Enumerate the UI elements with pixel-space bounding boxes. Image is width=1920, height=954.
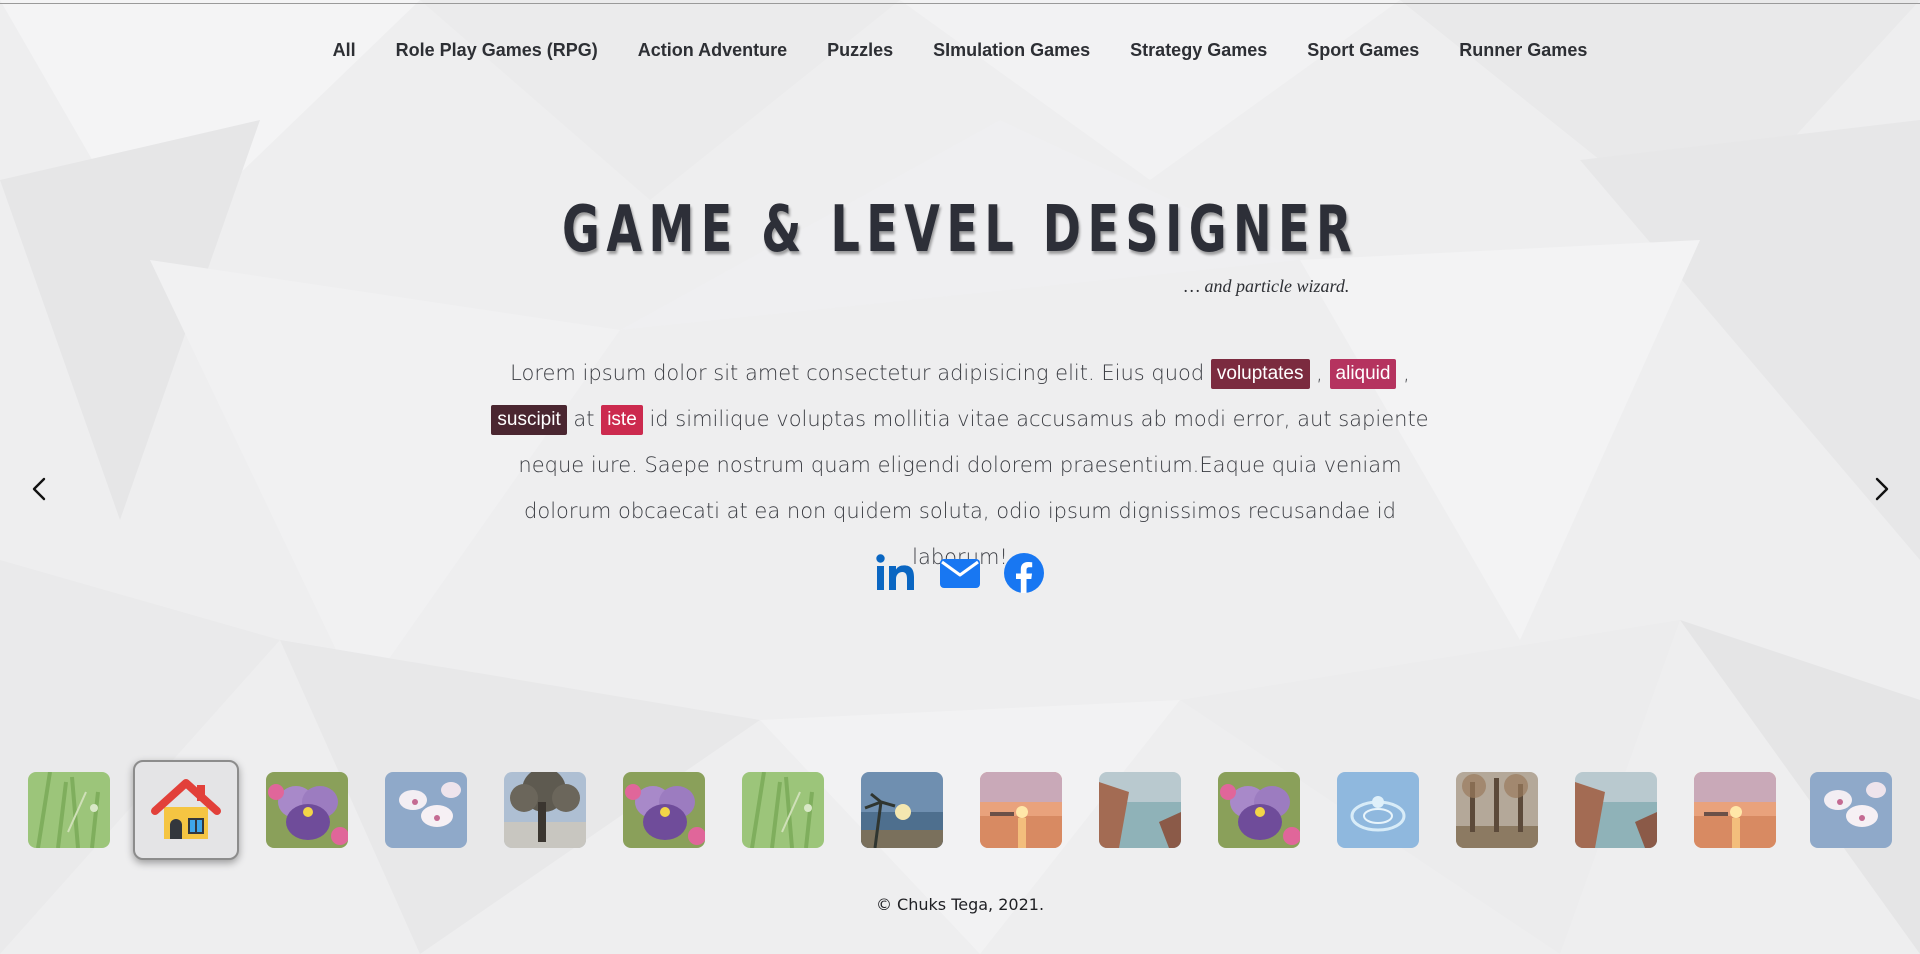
keyword-tag: iste: [601, 405, 643, 435]
thumbnail-orchid[interactable]: [1810, 772, 1892, 848]
nav-item-sport[interactable]: Sport Games: [1307, 30, 1419, 71]
top-border: [0, 3, 1920, 4]
nav-item-simulation[interactable]: SImulation Games: [933, 30, 1090, 71]
nav-item-action-adventure[interactable]: Action Adventure: [638, 30, 787, 71]
home-icon: [151, 779, 221, 839]
thumbnail-home-active[interactable]: [133, 760, 239, 860]
thumbnail-sunset-lake[interactable]: [980, 772, 1062, 848]
thumbnail-autumn-trees[interactable]: [1456, 772, 1538, 848]
thumbnail-palm-beach[interactable]: [861, 772, 943, 848]
social-links: [0, 552, 1920, 594]
thumbnail-sunset-lake[interactable]: [1694, 772, 1776, 848]
keyword-tag: suscipit: [491, 405, 567, 435]
separator: ,: [1396, 361, 1410, 385]
nav-item-rpg[interactable]: Role Play Games (RPG): [396, 30, 598, 71]
mail-icon[interactable]: [939, 552, 981, 594]
thumbnail-carousel: [28, 760, 1892, 860]
thumbnail-coast[interactable]: [1575, 772, 1657, 848]
nav-item-runner[interactable]: Runner Games: [1459, 30, 1587, 71]
category-nav: All Role Play Games (RPG) Action Adventu…: [0, 30, 1920, 71]
intro-text-end: id similique voluptas mollitia vitae acc…: [518, 407, 1429, 569]
nav-item-puzzles[interactable]: Puzzles: [827, 30, 893, 71]
thumbnail-water-drop[interactable]: [1337, 772, 1419, 848]
keyword-tag: voluptates: [1210, 359, 1310, 389]
chevron-right-icon[interactable]: [1867, 473, 1897, 505]
separator: ,: [1309, 361, 1330, 385]
intro-paragraph: Lorem ipsum dolor sit amet consectetur a…: [490, 350, 1430, 580]
nav-item-all[interactable]: All: [333, 30, 356, 71]
thumbnail-grass[interactable]: [28, 772, 110, 848]
footer-copyright: © Chuks Tega, 2021.: [875, 895, 1045, 914]
page-subtitle: … and particle wizard.: [1184, 276, 1350, 296]
thumbnail-pansy[interactable]: [623, 772, 705, 848]
thumbnail-pansy[interactable]: [266, 772, 348, 848]
thumbnail-orchid[interactable]: [385, 772, 467, 848]
intro-text-start: Lorem ipsum dolor sit amet consectetur a…: [510, 361, 1211, 385]
chevron-left-icon[interactable]: [24, 473, 54, 505]
linkedin-icon[interactable]: [875, 552, 917, 594]
keyword-tag: aliquid: [1329, 359, 1397, 389]
nav-item-strategy[interactable]: Strategy Games: [1130, 30, 1267, 71]
thumbnail-coast[interactable]: [1099, 772, 1181, 848]
thumbnail-grass[interactable]: [742, 772, 824, 848]
thumbnail-pansy[interactable]: [1218, 772, 1300, 848]
facebook-icon[interactable]: [1003, 552, 1045, 594]
thumbnail-tree[interactable]: [504, 772, 586, 848]
page-title: GAME & LEVEL DESIGNER: [562, 193, 1358, 267]
connector-text: at: [566, 407, 602, 431]
